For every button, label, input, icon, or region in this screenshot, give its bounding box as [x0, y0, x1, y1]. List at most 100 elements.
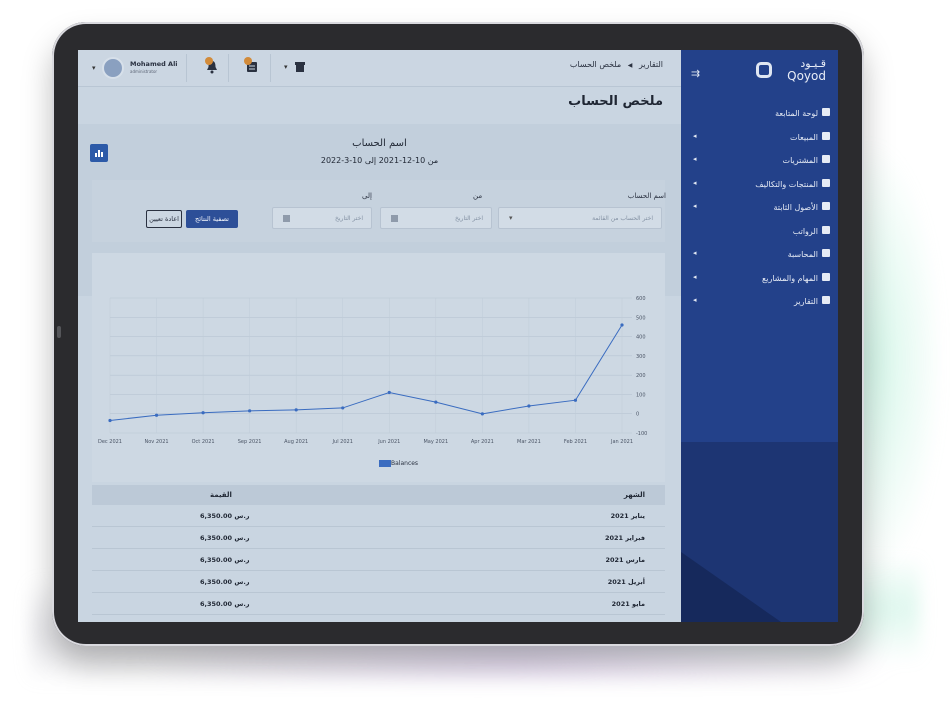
- series-line: [109, 324, 623, 421]
- user-role: administrator: [130, 69, 158, 74]
- data-point[interactable]: [154, 413, 159, 417]
- calendar-icon: [283, 215, 290, 222]
- breadcrumb-reports[interactable]: التقارير: [639, 60, 663, 69]
- accounting-icon: [822, 249, 830, 257]
- chevron-down-icon[interactable]: ▾: [284, 63, 288, 71]
- sidebar-menu: لوحة المتابعة المبيعات ◂ المشتريات ◂ المنتجات…: [681, 102, 838, 314]
- breadcrumb-current: ملخص الحساب: [569, 60, 622, 69]
- value-cell: 6,350.00 ر.س: [200, 556, 250, 564]
- data-point[interactable]: [527, 404, 531, 408]
- user-name: Mohamed Ali: [130, 60, 178, 68]
- sidebar-item-label: التقارير: [793, 297, 818, 306]
- main-content: ▾ Mohamed Ali administrator ▾ التقارير ◀…: [78, 50, 681, 622]
- chevron-left-icon: ◂: [693, 296, 697, 304]
- breadcrumb-separator-icon: ◀: [627, 62, 633, 69]
- brand-logo[interactable]: قـيـود Qoyod: [756, 58, 826, 84]
- data-point[interactable]: [294, 408, 298, 412]
- account-select[interactable]: اختر الحساب من القائمة ▾: [498, 207, 662, 229]
- page-title: ملخص الحساب: [568, 94, 663, 109]
- reports-icon: [822, 296, 830, 304]
- to-label: إلى: [362, 192, 372, 200]
- month-cell: أبريل 2021: [607, 578, 645, 586]
- table-row: مارس 2021 6,350.00 ر.س: [92, 549, 665, 571]
- topbar: ▾ Mohamed Ali administrator ▾ التقارير ◀…: [78, 50, 681, 87]
- data-point[interactable]: [341, 406, 345, 410]
- data-point[interactable]: [108, 418, 112, 423]
- sidebar-item-label: الرواتب: [792, 226, 818, 236]
- chevron-left-icon: ◂: [693, 249, 697, 257]
- chevron-left-icon: ◂: [693, 178, 697, 187]
- divider: [270, 54, 271, 82]
- chevron-left-icon: ◂: [693, 155, 697, 163]
- chevron-down-icon: ▾: [509, 214, 513, 222]
- sidebar-item-fixed-assets[interactable]: الأصول الثابتة ◂: [681, 196, 838, 220]
- table-row: يناير 2021 6,350.00 ر.س: [92, 505, 665, 527]
- sidebar-decoration: [681, 552, 781, 622]
- qoyod-logo-icon: [756, 62, 772, 78]
- sidebar-item-sales[interactable]: المبيعات ◂: [681, 126, 838, 150]
- chevron-left-icon: ◂: [693, 272, 697, 281]
- apply-filter-button[interactable]: تصفية النتائج: [186, 210, 238, 228]
- data-point[interactable]: [573, 398, 578, 402]
- sidebar-item-accounting[interactable]: المحاسبة ◂: [681, 243, 838, 267]
- from-date-input[interactable]: اختر التاريخ: [380, 207, 492, 229]
- divider: [228, 54, 229, 82]
- x-tick-label: Nov 2021: [145, 439, 169, 445]
- sidebar-item-label: المبيعات: [790, 132, 818, 142]
- dashboard-icon: [822, 108, 830, 116]
- to-date-placeholder: اختر التاريخ: [335, 215, 363, 222]
- legend-swatch: [379, 460, 391, 467]
- sidebar-item-label: المهام والمشاريع: [762, 273, 818, 283]
- chart-toggle-button[interactable]: [90, 144, 108, 162]
- chart-legend[interactable]: Balances: [375, 460, 418, 467]
- sidebar-item-reports[interactable]: التقارير ◂: [681, 290, 838, 314]
- data-point[interactable]: [201, 411, 205, 415]
- month-cell: يناير 2021: [610, 512, 645, 520]
- line-chart: -100 0 100 200 300 400 500 600 Jan 2021 Feb 2021 M…: [98, 296, 647, 445]
- sidebar-item-label: لوحة المتابعة: [775, 109, 818, 118]
- to-date-input[interactable]: اختر التاريخ: [272, 207, 372, 229]
- x-tick-label: Jul 2021: [332, 439, 353, 445]
- x-tick-label: Dec 2021: [98, 439, 122, 445]
- value-cell: 6,350.00 ر.س: [200, 512, 250, 520]
- data-point[interactable]: [480, 412, 484, 416]
- account-placeholder: اختر الحساب من القائمة: [592, 215, 653, 222]
- background-glow-right: [850, 120, 950, 600]
- sidebar-item-label: المحاسبة: [787, 250, 818, 259]
- y-tick-label: 200: [636, 373, 646, 379]
- x-tick-label: Apr 2021: [471, 439, 494, 445]
- sidebar-item-tasks[interactable]: المهام والمشاريع ◂: [681, 267, 838, 291]
- legend-label: Balances: [391, 460, 419, 467]
- sidebar-item-payroll[interactable]: الرواتب: [681, 220, 838, 244]
- calendar-icon: [391, 215, 398, 222]
- tablet-side-button: [57, 326, 61, 338]
- month-cell: مارس 2021: [605, 556, 645, 564]
- products-icon: [822, 178, 830, 187]
- fixed-assets-icon: [822, 202, 830, 210]
- sidebar-item-purchases[interactable]: المشتريات ◂: [681, 149, 838, 173]
- archive-icon[interactable]: [294, 60, 306, 74]
- data-point[interactable]: [387, 390, 391, 395]
- y-tick-label: 500: [636, 315, 646, 321]
- y-tick-label: 300: [636, 354, 646, 360]
- sidebar: ⇉ قـيـود Qoyod لوحة المتابعة المبيعات ◂ الم…: [681, 50, 838, 622]
- y-tick-label: -100: [636, 431, 647, 437]
- avatar: [102, 57, 124, 79]
- chart-card: -100 0 100 200 300 400 500 600 Jan 2021 Feb 2021 M…: [92, 253, 665, 482]
- breadcrumb: التقارير ◀ ملخص الحساب: [570, 60, 663, 69]
- notifications-badge: [205, 57, 213, 65]
- purchases-icon: [822, 155, 830, 163]
- divider: [186, 54, 187, 82]
- reset-button[interactable]: اعادة تعيين: [146, 210, 182, 228]
- sidebar-item-dashboard[interactable]: لوحة المتابعة: [681, 102, 838, 126]
- sidebar-item-products[interactable]: المنتجات والتكاليف ◂: [681, 173, 838, 197]
- data-point[interactable]: [620, 323, 624, 327]
- month-cell: فبراير 2021: [604, 534, 645, 542]
- data-point[interactable]: [434, 400, 438, 404]
- month-cell: مايو 2021: [611, 600, 645, 608]
- sidebar-footer: [681, 442, 838, 622]
- table-header: الشهر القيمة: [92, 485, 665, 505]
- y-tick-label: 400: [636, 335, 646, 341]
- data-point[interactable]: [248, 409, 252, 413]
- collapse-sidebar-icon[interactable]: ⇉: [691, 67, 700, 80]
